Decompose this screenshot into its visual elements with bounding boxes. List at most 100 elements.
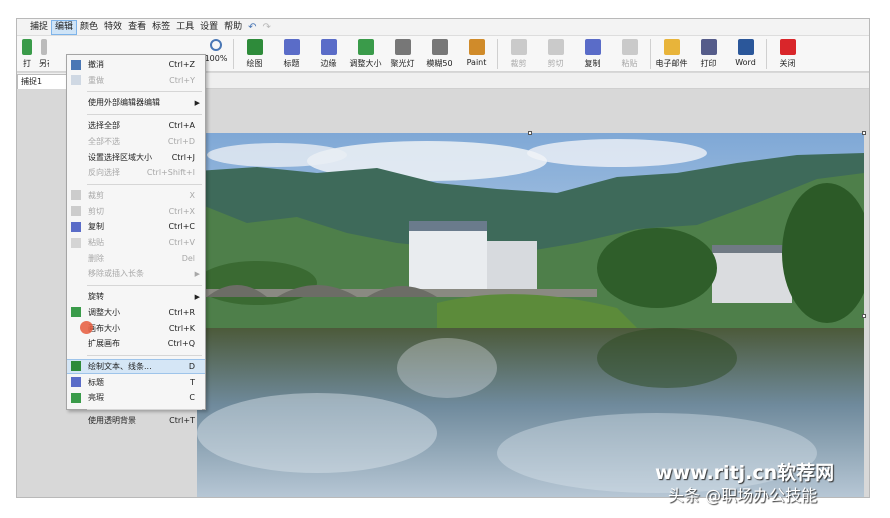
toolbar-button[interactable]: 电子邮件 xyxy=(653,36,690,72)
save-as-button[interactable]: 另存为 xyxy=(37,36,51,72)
edit-menu-item-shortcut: Ctrl+V xyxy=(168,238,195,247)
toolbar-button[interactable]: 边缘 xyxy=(310,36,347,72)
edit-menu-item-label: 绘制文本、线条... xyxy=(88,361,152,371)
toolbar-button[interactable]: 粘贴 xyxy=(611,36,648,72)
edit-menu-item[interactable]: 亮瑕 C xyxy=(67,390,205,405)
edit-menu-item-label: 移除或插入长条 xyxy=(88,269,144,279)
toolbar-button-icon xyxy=(320,39,337,55)
toolbar-button-icon xyxy=(468,39,485,55)
toolbar-button-label: 绘图 xyxy=(246,59,263,68)
toolbar-button[interactable]: 复制 xyxy=(574,36,611,72)
menu-file[interactable] xyxy=(17,20,27,35)
edit-menu-item-label: 设置选择区域大小 xyxy=(88,152,152,162)
menu-tools[interactable]: 工具 xyxy=(173,20,197,35)
toolbar-button-icon xyxy=(700,39,717,55)
menu-capture[interactable]: 捕捉 xyxy=(27,20,51,35)
edit-menu-item[interactable]: 设置选择区域大小 Ctrl+J xyxy=(67,150,205,165)
menu-help[interactable]: 帮助 xyxy=(221,20,245,35)
toolbar-button-label: 粘贴 xyxy=(621,59,638,68)
edit-menu-item-shortcut: Ctrl+R xyxy=(168,307,196,317)
toolbar-button[interactable]: 模糊50 xyxy=(421,36,458,72)
toolbar-button[interactable]: 裁剪 xyxy=(500,36,537,72)
edit-menu-item: 移除或插入长条 ▶ xyxy=(67,266,205,281)
draw-icon xyxy=(71,361,81,372)
edit-menu-dropdown: 撤消 Ctrl+Z 重做 Ctrl+Y 使用外部编辑器编辑 ▶ 选择全部 Ctrl+A 全部不选… xyxy=(66,54,206,425)
edit-menu-item-shortcut: Ctrl+K xyxy=(168,323,195,333)
edit-menu-item[interactable]: 调整大小 Ctrl+R xyxy=(67,305,205,320)
toolbar-button[interactable]: 关闭 xyxy=(769,36,806,72)
edit-menu-item-label: 全部不选 xyxy=(88,136,120,146)
toolbar-separator xyxy=(497,39,498,69)
toolbar-button[interactable]: Word xyxy=(727,36,764,72)
edit-menu-item[interactable]: 绘制文本、线条... D xyxy=(67,358,205,374)
toolbar-button[interactable]: 聚光灯 xyxy=(384,36,421,72)
menu-tags[interactable]: 标签 xyxy=(149,20,173,35)
toolbar-button-label: 标题 xyxy=(283,59,300,68)
resize-handle[interactable] xyxy=(862,131,866,135)
toolbar-button[interactable]: 剪切 xyxy=(537,36,574,72)
paste-icon xyxy=(71,237,81,248)
toolbar-button-label: 调整大小 xyxy=(349,59,382,68)
edit-menu-item[interactable]: 复制 Ctrl+C xyxy=(67,219,205,234)
edit-menu-item-shortcut: X xyxy=(189,190,195,200)
edit-menu-item: 剪切 Ctrl+X xyxy=(67,204,205,219)
menu-view[interactable]: 查看 xyxy=(125,20,149,35)
toolbar-button-label: 打印 xyxy=(700,59,717,68)
edit-menu-item: 重做 Ctrl+Y xyxy=(67,73,205,88)
redo-icon xyxy=(71,75,81,86)
toolbar-button-icon xyxy=(737,39,754,55)
edit-menu-item-label: 复制 xyxy=(88,222,104,232)
toolbar-button-icon xyxy=(779,39,796,55)
menu-separator xyxy=(87,183,202,185)
edit-menu-item: 裁剪 X xyxy=(67,188,205,203)
save-as-icon xyxy=(41,39,47,55)
redo-icon[interactable]: ↷ xyxy=(260,22,274,33)
menu-bar: 捕捉 编辑 颜色 特效 查看 标签 工具 设置 帮助 ↶ ↷ xyxy=(17,19,869,36)
toolbar-button-icon xyxy=(431,39,448,55)
toolbar-button-label: 裁剪 xyxy=(510,59,527,68)
toolbar-button-icon xyxy=(357,39,374,55)
menu-edit[interactable]: 编辑 xyxy=(51,19,78,35)
edit-menu-item: 删除 Del xyxy=(67,251,205,266)
toolbar-separator xyxy=(650,39,651,69)
undo-icon[interactable]: ↶ xyxy=(245,22,259,33)
menu-separator xyxy=(87,285,202,287)
submenu-arrow-icon: ▶ xyxy=(194,98,200,107)
edit-menu-item-label: 标题 xyxy=(88,377,104,387)
edit-menu-item-shortcut: Ctrl+J xyxy=(171,152,195,162)
open-button[interactable]: 打开 xyxy=(17,36,37,72)
toolbar-separator xyxy=(233,39,234,69)
toolbar-button-label: 关闭 xyxy=(779,59,796,68)
edit-menu-item-label: 扩展画布 xyxy=(88,339,120,349)
toolbar-button-label: Paint xyxy=(466,58,487,67)
edit-menu-item[interactable]: 标题 T xyxy=(67,375,205,390)
edit-menu-item[interactable]: 扩展画布 Ctrl+Q xyxy=(67,336,205,351)
toolbar-button[interactable]: 调整大小 xyxy=(347,36,384,72)
edit-menu-item[interactable]: 选择全部 Ctrl+A xyxy=(67,118,205,133)
resize-icon xyxy=(71,307,81,318)
edit-menu-item-shortcut: Del xyxy=(181,253,195,263)
edit-menu-item[interactable]: 撤消 Ctrl+Z xyxy=(67,57,205,72)
edit-menu-item[interactable]: 使用外部编辑器编辑 ▶ xyxy=(67,95,205,110)
submenu-arrow-icon: ▶ xyxy=(194,292,200,301)
undo-icon xyxy=(71,59,81,70)
resize-handle[interactable] xyxy=(862,314,866,318)
edit-menu-item[interactable]: 旋转 ▶ xyxy=(67,289,205,304)
edit-menu-item[interactable]: 使用透明背景 Ctrl+T xyxy=(67,413,205,428)
toolbar-button[interactable]: 打印 xyxy=(690,36,727,72)
toolbar-button-icon xyxy=(621,39,638,55)
copy-icon xyxy=(71,221,81,232)
menu-effects[interactable]: 特效 xyxy=(101,20,125,35)
edit-menu-item-label: 亮瑕 xyxy=(88,393,104,403)
landscape-photo xyxy=(197,133,864,497)
toolbar-button[interactable]: 绘图 xyxy=(236,36,273,72)
app-window: 捕捉 编辑 颜色 特效 查看 标签 工具 设置 帮助 ↶ ↷ 打开 另存为 xyxy=(16,18,870,498)
menu-color[interactable]: 颜色 xyxy=(77,20,101,35)
toolbar-button[interactable]: 标题 xyxy=(273,36,310,72)
edit-menu-item-shortcut: Ctrl+D xyxy=(167,136,195,146)
toolbar-button-label: 聚光灯 xyxy=(390,59,415,68)
resize-handle[interactable] xyxy=(528,131,532,135)
toolbar-button-icon xyxy=(246,39,263,55)
toolbar-button[interactable]: Paint xyxy=(458,36,495,72)
menu-settings[interactable]: 设置 xyxy=(197,20,221,35)
